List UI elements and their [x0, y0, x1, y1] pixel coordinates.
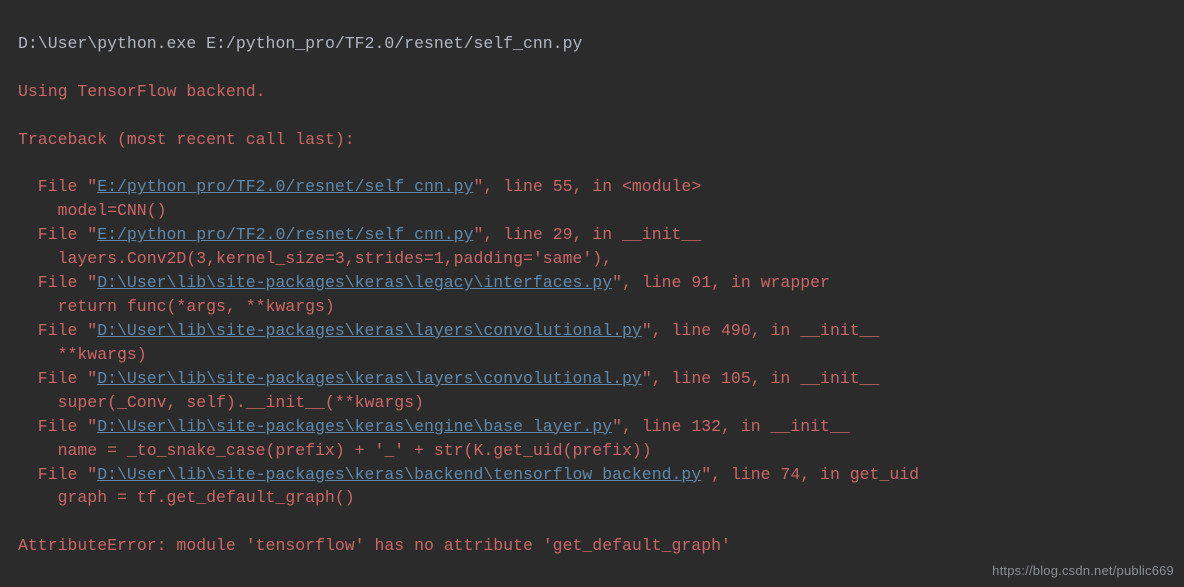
- traceback-file-line: File "D:\User\lib\site-packages\keras\ba…: [18, 463, 1174, 487]
- traceback-file-line: File "E:/python_pro/TF2.0/resnet/self_cn…: [18, 175, 1174, 199]
- file-link[interactable]: D:\User\lib\site-packages\keras\layers\c…: [97, 369, 642, 388]
- traceback-code-line: model=CNN(): [18, 199, 1174, 223]
- traceback-file-line: File "D:\User\lib\site-packages\keras\la…: [18, 319, 1174, 343]
- backend-message: Using TensorFlow backend.: [18, 80, 1174, 104]
- traceback-code-line: super(_Conv, self).__init__(**kwargs): [18, 391, 1174, 415]
- file-link[interactable]: D:\User\lib\site-packages\keras\layers\c…: [97, 321, 642, 340]
- file-link[interactable]: E:/python_pro/TF2.0/resnet/self_cnn.py: [97, 225, 473, 244]
- blank-line: [18, 582, 1174, 587]
- file-link[interactable]: D:\User\lib\site-packages\keras\engine\b…: [97, 417, 612, 436]
- traceback-file-line: File "E:/python_pro/TF2.0/resnet/self_cn…: [18, 223, 1174, 247]
- traceback-code-line: layers.Conv2D(3,kernel_size=3,strides=1,…: [18, 247, 1174, 271]
- traceback-code-line: name = _to_snake_case(prefix) + '_' + st…: [18, 439, 1174, 463]
- traceback-file-line: File "D:\User\lib\site-packages\keras\la…: [18, 367, 1174, 391]
- traceback-header: Traceback (most recent call last):: [18, 128, 1174, 152]
- traceback-code-line: graph = tf.get_default_graph(): [18, 486, 1174, 510]
- traceback-code-line: return func(*args, **kwargs): [18, 295, 1174, 319]
- console-output: D:\User\python.exe E:/python_pro/TF2.0/r…: [0, 0, 1184, 587]
- file-link[interactable]: D:\User\lib\site-packages\keras\legacy\i…: [97, 273, 612, 292]
- traceback-code-line: **kwargs): [18, 343, 1174, 367]
- watermark: https://blog.csdn.net/public669: [992, 562, 1174, 581]
- command-line: D:\User\python.exe E:/python_pro/TF2.0/r…: [18, 32, 1174, 56]
- traceback-file-line: File "D:\User\lib\site-packages\keras\le…: [18, 271, 1174, 295]
- file-link[interactable]: E:/python_pro/TF2.0/resnet/self_cnn.py: [97, 177, 473, 196]
- file-link[interactable]: D:\User\lib\site-packages\keras\backend\…: [97, 465, 701, 484]
- traceback-file-line: File "D:\User\lib\site-packages\keras\en…: [18, 415, 1174, 439]
- error-line: AttributeError: module 'tensorflow' has …: [18, 534, 1174, 558]
